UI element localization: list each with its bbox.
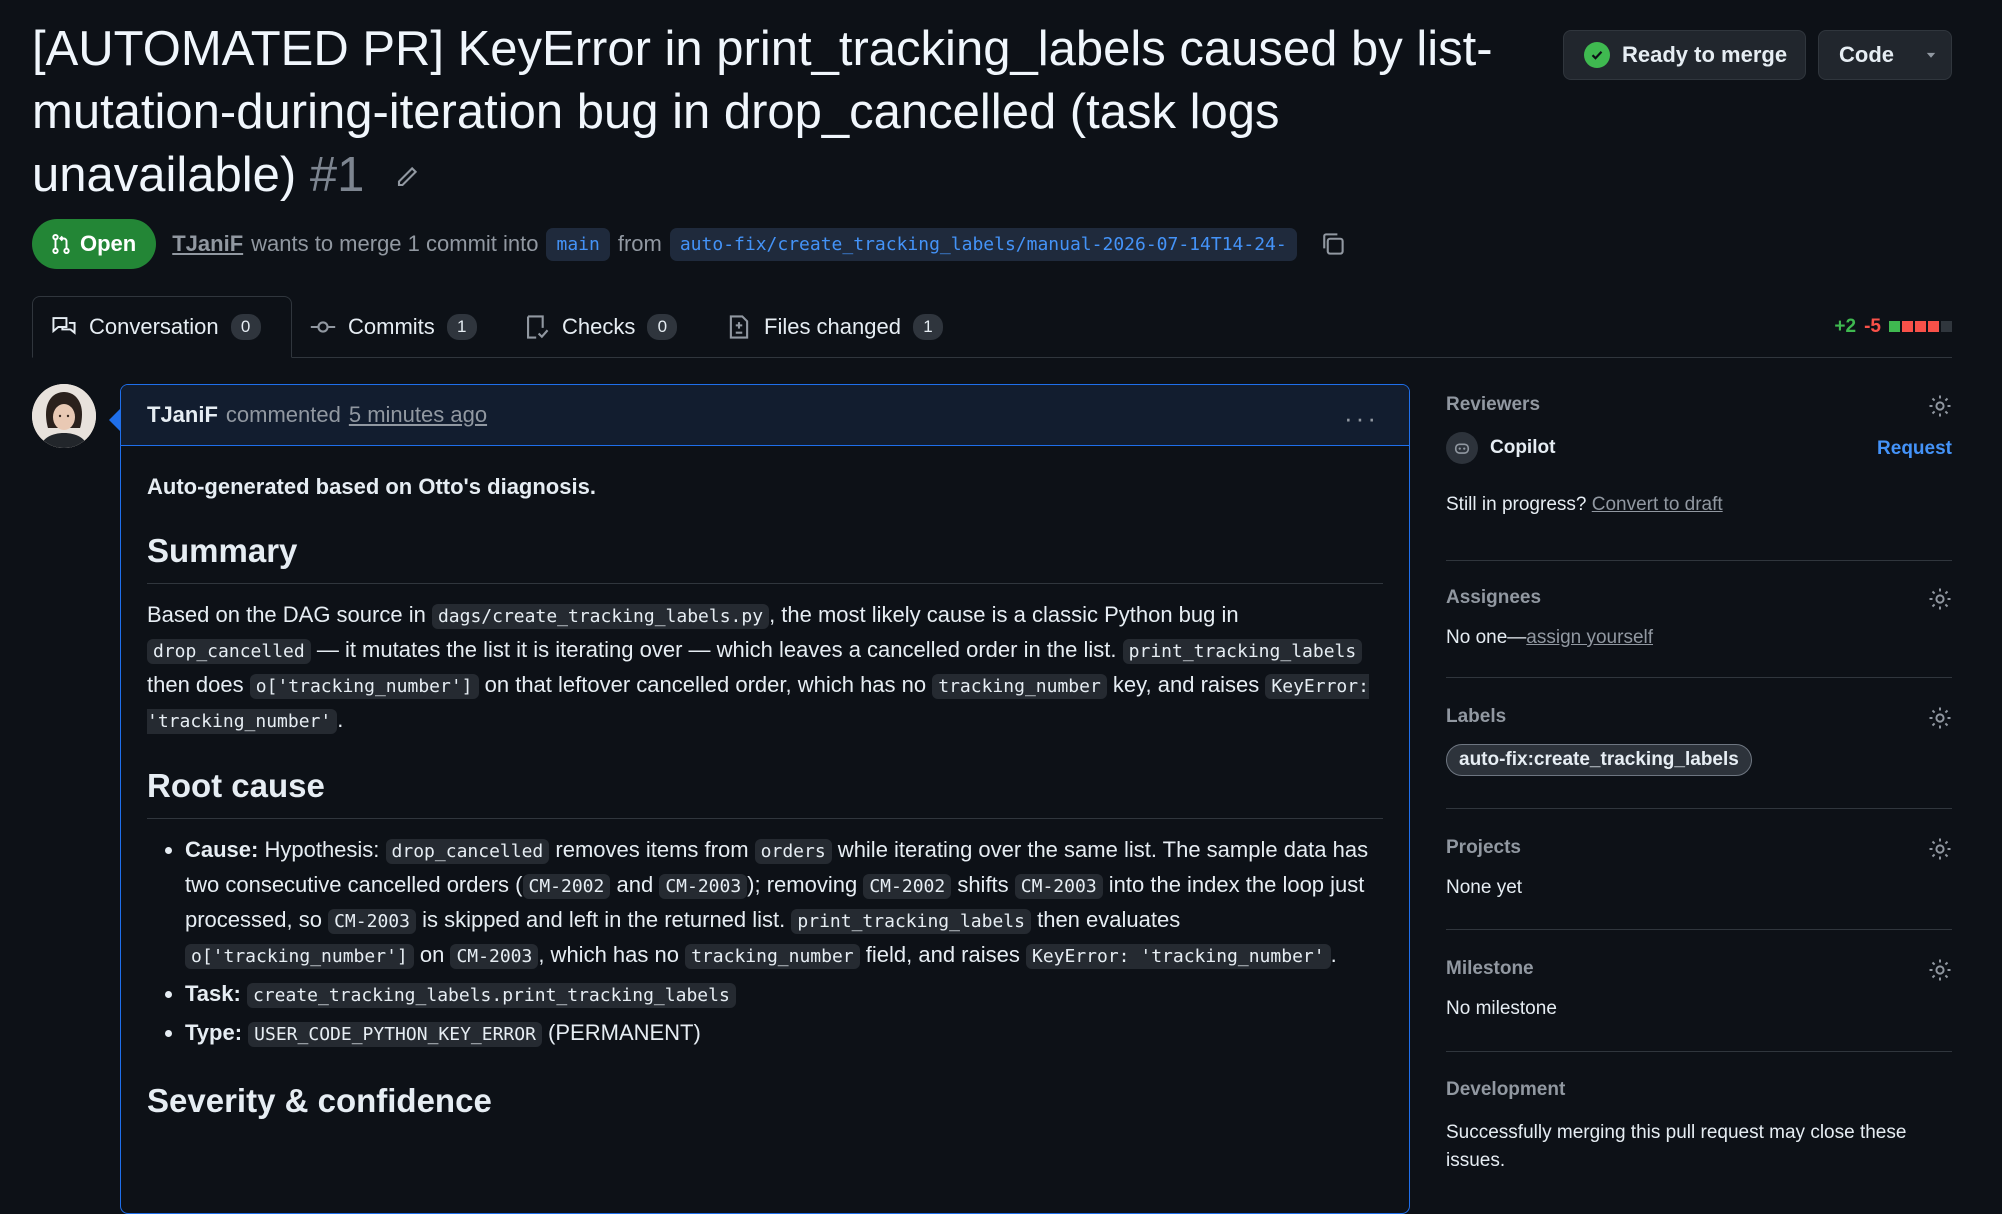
convert-to-draft-link[interactable]: Convert to draft [1592, 494, 1723, 515]
status-label: Open [80, 231, 137, 256]
tab-commits[interactable]: Commits 1 [310, 296, 477, 358]
tab-checks[interactable]: Checks 0 [524, 296, 678, 358]
code-label: Code [1839, 42, 1894, 67]
comment-action: commented [225, 402, 341, 427]
comment-author[interactable]: TJaniF [147, 402, 218, 428]
tab-counter: 1 [912, 314, 943, 340]
milestone-heading[interactable]: Milestone [1446, 958, 1952, 980]
status-badge: Open [32, 219, 157, 269]
copilot-icon [1446, 432, 1478, 464]
milestone-value: No milestone [1446, 998, 1557, 1019]
base-branch[interactable]: main [546, 227, 610, 261]
root-cause-list: Cause: Hypothesis: drop_cancelled remove… [147, 833, 1383, 1051]
pr-title: [AUTOMATED PR] KeyError in print_trackin… [32, 18, 1532, 207]
comment-header: TJaniF commented 5 minutes ago ··· [121, 385, 1409, 446]
gear-icon[interactable] [1928, 587, 1952, 611]
assignees-section: Assignees No one—assign yourself [1446, 587, 1952, 657]
root-cause-heading: Root cause [147, 766, 1383, 819]
diffstat-deletions: -5 [1864, 316, 1881, 337]
author-link[interactable]: TJaniF [172, 231, 243, 257]
projects-value: None yet [1446, 877, 1523, 898]
ready-to-merge-button[interactable]: Ready to merge [1563, 30, 1806, 80]
caret-down-icon [1926, 52, 1936, 58]
code-button[interactable]: Code [1818, 30, 1952, 80]
git-pull-request-icon [52, 233, 70, 255]
copy-icon[interactable] [1319, 230, 1347, 258]
reviewer-row: Copilot [1446, 432, 1555, 464]
from-text: from [617, 231, 662, 256]
comment-discussion-icon [52, 317, 76, 335]
gear-icon[interactable] [1928, 837, 1952, 861]
sidebar-divider [1446, 560, 1952, 561]
reviewers-section: Reviewers Copilot Request Still in progr… [1446, 394, 1952, 524]
sidebar-divider [1446, 1051, 1952, 1052]
tab-label: Commits [348, 314, 435, 339]
diffstat-additions: +2 [1834, 316, 1857, 337]
projects-section: Projects None yet [1446, 837, 1952, 907]
tab-conversation[interactable]: Conversation 0 [32, 296, 292, 358]
checklist-icon [527, 315, 549, 339]
tab-label: Conversation [89, 314, 219, 339]
avatar[interactable] [32, 384, 96, 448]
severity-heading: Severity & confidence [147, 1082, 492, 1119]
gear-icon[interactable] [1928, 706, 1952, 730]
gear-icon[interactable] [1928, 958, 1952, 982]
sidebar-divider [1446, 808, 1952, 809]
labels-section: Labels auto-fix:create_tracking_labels [1446, 706, 1952, 786]
comment-timestamp[interactable]: 5 minutes ago [349, 402, 487, 428]
sidebar-divider [1446, 677, 1952, 678]
reviewer-name[interactable]: Copilot [1490, 437, 1555, 459]
ready-to-merge-label: Ready to merge [1622, 42, 1788, 67]
development-heading[interactable]: Development [1446, 1079, 1952, 1101]
list-item: Type: USER_CODE_PYTHON_KEY_ERROR (PERMAN… [185, 1016, 1383, 1051]
summary-heading: Summary [147, 531, 1383, 584]
sidebar-divider [1446, 929, 1952, 930]
diffstat-boxes [1889, 316, 1954, 338]
draft-row: Still in progress? Convert to draft [1446, 494, 1723, 515]
merge-text: wants to merge 1 commit into [251, 231, 539, 256]
pr-title-text: [AUTOMATED PR] KeyError in print_trackin… [32, 22, 1493, 202]
git-commit-icon [310, 321, 336, 333]
tab-label: Checks [562, 314, 636, 339]
pr-meta: Open TJaniF wants to merge 1 commit into… [32, 218, 1347, 270]
check-circle-icon [1584, 42, 1610, 68]
tab-label: Files changed [764, 314, 901, 339]
development-value: Successfully merging this pull request m… [1446, 1122, 1907, 1171]
kebab-menu-icon[interactable]: ··· [1344, 403, 1379, 434]
diffstat: +2 -5 [1834, 316, 1954, 338]
tab-counter: 0 [647, 314, 678, 340]
labels-heading[interactable]: Labels [1446, 706, 1952, 728]
assignees-value: No one—assign yourself [1446, 627, 1654, 648]
pencil-icon[interactable] [392, 164, 420, 192]
head-branch[interactable]: auto-fix/create_tracking_labels/manual-2… [669, 227, 1297, 261]
comment-box: TJaniF commented 5 minutes ago ··· Auto-… [120, 384, 1410, 1214]
reviewers-heading[interactable]: Reviewers [1446, 394, 1952, 416]
list-item: Task: create_tracking_labels.print_track… [185, 977, 1383, 1012]
tab-counter: 0 [230, 314, 261, 340]
file-diff-icon [729, 315, 749, 339]
milestone-section: Milestone No milestone [1446, 958, 1952, 1028]
tab-files-changed[interactable]: Files changed 1 [726, 296, 943, 358]
list-item: Cause: Hypothesis: drop_cancelled remove… [185, 833, 1383, 973]
summary-paragraph: Based on the DAG source in dags/create_t… [147, 602, 1369, 734]
request-review-link[interactable]: Request [1877, 438, 1952, 460]
label-pill[interactable]: auto-fix:create_tracking_labels [1446, 744, 1752, 776]
tab-counter: 1 [446, 314, 477, 340]
pr-number: #1 [309, 148, 365, 202]
projects-heading[interactable]: Projects [1446, 837, 1952, 859]
comment-body: Auto-generated based on Otto's diagnosis… [121, 446, 1409, 1133]
development-section: Development Successfully merging this pu… [1446, 1079, 1952, 1189]
comment-intro: Auto-generated based on Otto's diagnosis… [147, 474, 596, 499]
assignees-heading[interactable]: Assignees [1446, 587, 1952, 609]
gear-icon[interactable] [1928, 394, 1952, 418]
assign-yourself-link[interactable]: assign yourself [1526, 627, 1653, 648]
